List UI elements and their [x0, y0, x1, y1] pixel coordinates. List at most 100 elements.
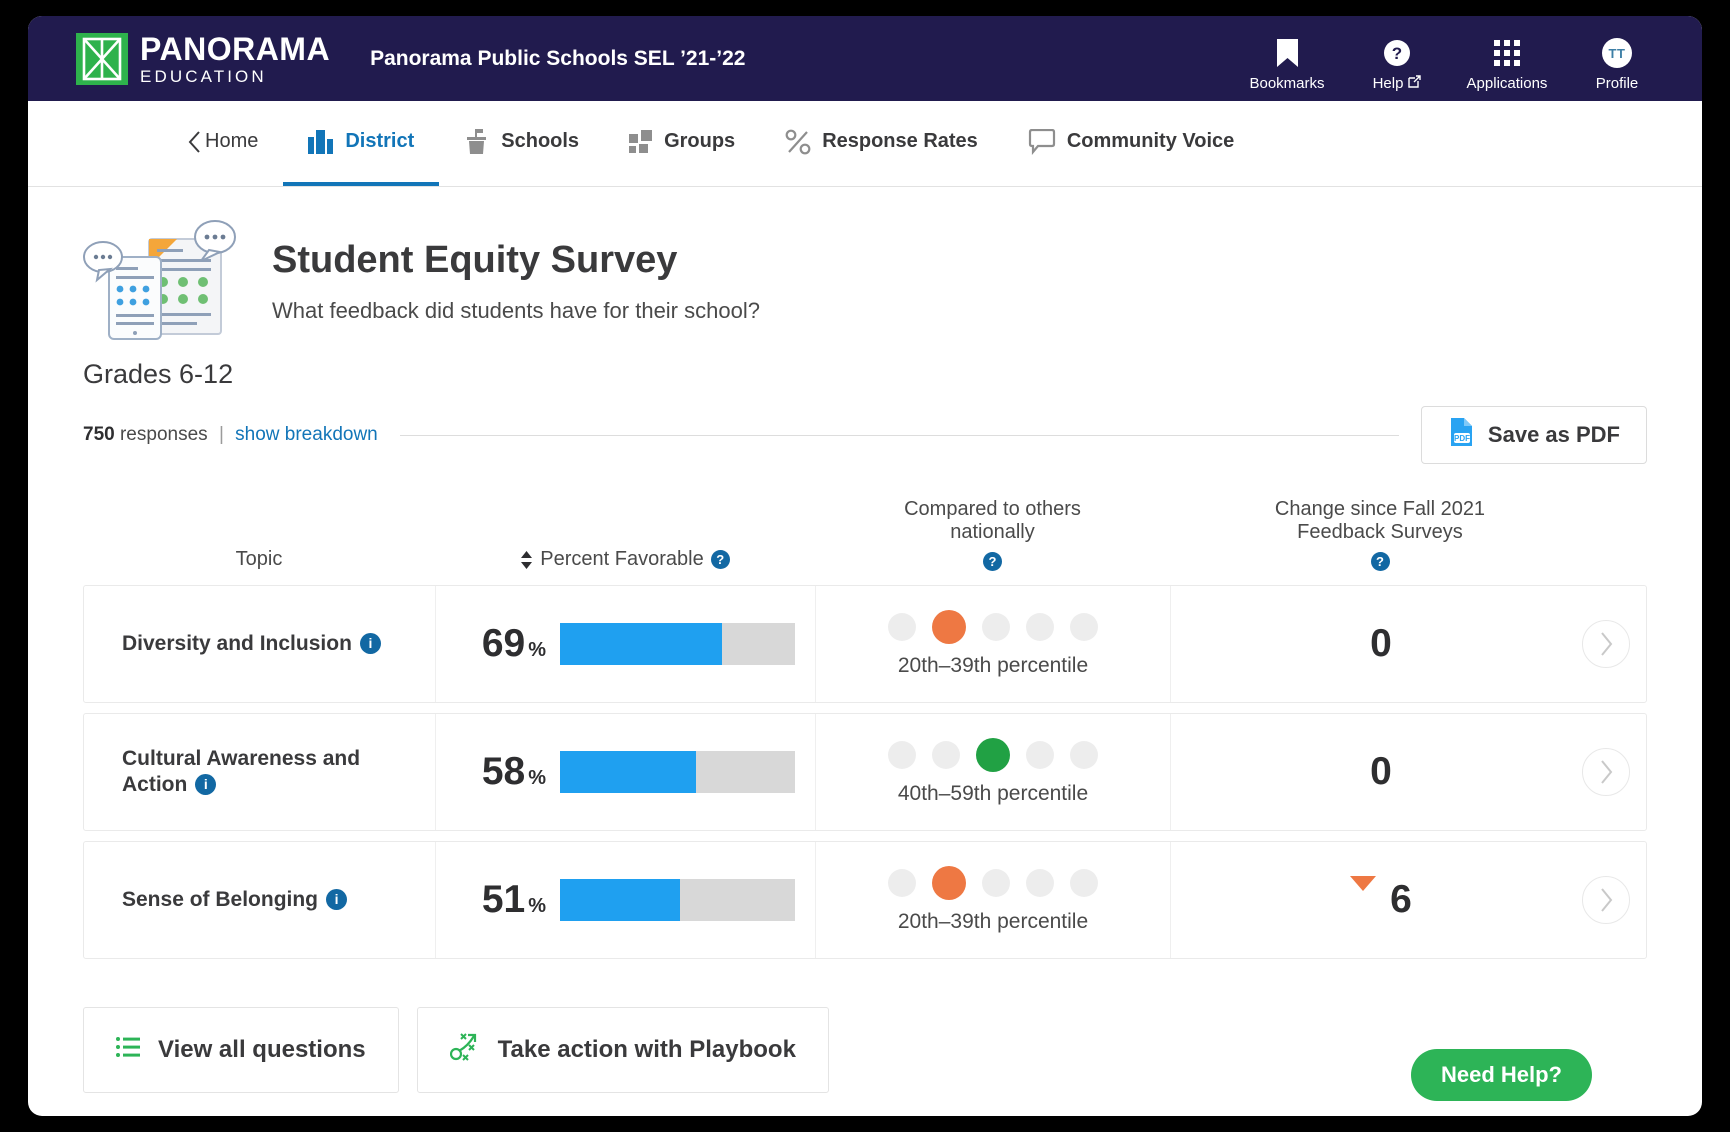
percent-value: 69 [481, 622, 526, 665]
column-header-percent-favorable[interactable]: Percent Favorable ? [435, 548, 815, 571]
view-all-questions-button[interactable]: View all questions [83, 1007, 399, 1093]
top-header-bar: PANORAMA EDUCATION Panorama Public Schoo… [28, 16, 1702, 101]
responses-summary: 750 responses | show breakdown [83, 424, 378, 446]
applications-label: Applications [1466, 75, 1548, 92]
row-detail-arrow-button[interactable] [1582, 748, 1630, 796]
percentile-dots [888, 610, 1098, 644]
page-title: Student Equity Survey [272, 239, 678, 281]
need-help-button[interactable]: Need Help? [1410, 1049, 1592, 1101]
percent-favorable-help-icon[interactable]: ? [710, 550, 730, 569]
view-all-questions-label: View all questions [158, 1036, 366, 1063]
take-action-playbook-label: Take action with Playbook [497, 1036, 796, 1063]
change-value: 0 [1370, 750, 1392, 793]
percentile-dots [888, 866, 1098, 900]
footer-zone: View all questions Take action with Play… [83, 1007, 1647, 1101]
percent-bar-fill [560, 751, 697, 793]
profile-label: Profile [1595, 75, 1639, 92]
site-title: Panorama Public Schools SEL ’21-’22 [370, 46, 746, 70]
change-direction-icon [1350, 876, 1377, 909]
panorama-logo[interactable]: PANORAMA EDUCATION [76, 32, 330, 85]
percent-favorable-cell: 51% [436, 842, 816, 958]
change-line-2: Feedback Surveys [1297, 521, 1463, 543]
tab-response-rates[interactable]: Response Rates [760, 101, 1003, 186]
table-row[interactable]: Sense of Belonging i 51% 20th–39th percen… [83, 841, 1647, 959]
topic-cell: Sense of Belonging i [84, 842, 436, 958]
compared-nationally-help-icon[interactable]: ? [983, 552, 1002, 571]
help-circle-icon: ? [1383, 38, 1411, 68]
compared-line-2: nationally [950, 521, 1035, 543]
tab-community-voice[interactable]: Community Voice [1003, 101, 1259, 186]
percent-icon [785, 129, 811, 155]
topic-name-wrap: Diversity and Inclusion i [122, 631, 381, 657]
percent-value-wrap: 69% [440, 622, 548, 666]
column-header-topic: Topic [83, 548, 435, 571]
change-line-1: Change since Fall 2021 [1274, 498, 1486, 520]
percentile-dot [982, 869, 1010, 897]
percentile-dot [982, 613, 1010, 641]
percentile-dot [1026, 869, 1054, 897]
tab-community-voice-label: Community Voice [1066, 130, 1235, 152]
responses-row: 750 responses | show breakdown PDF Save … [83, 406, 1647, 464]
tab-district[interactable]: District [283, 101, 440, 186]
column-header-change-since: Change since Fall 2021 Feedback Surveys … [1170, 498, 1590, 571]
percent-symbol: % [528, 639, 546, 661]
help-button[interactable]: ? Help [1342, 38, 1452, 92]
topic-name-wrap: Sense of Belonging i [122, 887, 348, 913]
nav-home-back[interactable]: Home [188, 101, 283, 186]
change-cell: 0 [1171, 714, 1591, 830]
percent-value: 51 [481, 878, 526, 921]
tab-schools[interactable]: Schools [439, 101, 604, 186]
topic-info-icon[interactable]: i [195, 774, 217, 796]
speech-bubble-icon [1028, 128, 1056, 155]
responses-count: 750 [83, 424, 115, 445]
survey-title-block: Student Equity Survey What feedback did … [272, 239, 760, 324]
nav-home-label: Home [205, 130, 259, 152]
percentile-label: 20th–39th percentile [897, 910, 1089, 933]
percent-value: 58 [481, 750, 526, 793]
column-header-topic-label: Topic [235, 548, 283, 570]
topic-name-wrap: Cultural Awareness and Action i [122, 746, 421, 799]
topics-table: Topic Percent Favorable ? Compared to ot… [83, 498, 1647, 959]
pdf-file-icon: PDF [1448, 417, 1474, 453]
table-header-row: Topic Percent Favorable ? Compared to ot… [83, 498, 1647, 585]
save-as-pdf-button[interactable]: PDF Save as PDF [1420, 406, 1647, 464]
district-bars-icon [308, 129, 334, 154]
topic-info-icon[interactable]: i [326, 889, 348, 911]
topic-name: Sense of Belonging [122, 887, 319, 911]
percent-favorable-cell: 58% [436, 714, 816, 830]
change-cell: 6 [1171, 842, 1591, 958]
bookmarks-label: Bookmarks [1249, 75, 1325, 92]
show-breakdown-link[interactable]: show breakdown [235, 424, 378, 445]
sort-arrows-icon[interactable] [520, 550, 533, 569]
table-row[interactable]: Diversity and Inclusion i 69% 20th–39th p… [83, 585, 1647, 703]
percent-bar-track [560, 751, 795, 793]
row-detail-arrow-button[interactable] [1582, 620, 1630, 668]
percent-bar-track [560, 623, 795, 665]
svg-text:?: ? [1392, 44, 1402, 63]
percent-bar-fill [560, 879, 680, 921]
applications-button[interactable]: Applications [1452, 38, 1562, 92]
percentile-dot-active [932, 610, 966, 644]
groups-squares-icon [629, 129, 653, 154]
table-row[interactable]: Cultural Awareness and Action i 58% 40th–… [83, 713, 1647, 831]
svg-text:PDF: PDF [1454, 434, 1470, 443]
percent-bar-track [560, 879, 795, 921]
row-detail-arrow-button[interactable] [1582, 876, 1630, 924]
national-comparison-cell: 20th–39th percentile [816, 842, 1171, 958]
external-link-icon [1408, 75, 1422, 92]
topic-cell: Cultural Awareness and Action i [84, 714, 436, 830]
take-action-playbook-button[interactable]: Take action with Playbook [416, 1007, 829, 1093]
percentile-dot [932, 741, 960, 769]
panorama-logo-text: PANORAMA EDUCATION [140, 33, 330, 85]
topic-info-icon[interactable]: i [359, 633, 381, 655]
profile-button[interactable]: TT Profile [1562, 38, 1672, 92]
bookmarks-button[interactable]: Bookmarks [1232, 38, 1342, 92]
chevron-left-icon [188, 130, 201, 153]
logo-wordmark: PANORAMA [140, 30, 331, 67]
tab-groups[interactable]: Groups [604, 101, 760, 186]
responses-separator: | [218, 424, 224, 445]
percentile-dot [888, 869, 916, 897]
percentile-dot [1070, 869, 1098, 897]
change-since-help-icon[interactable]: ? [1370, 552, 1390, 571]
responses-word: responses [119, 424, 208, 445]
